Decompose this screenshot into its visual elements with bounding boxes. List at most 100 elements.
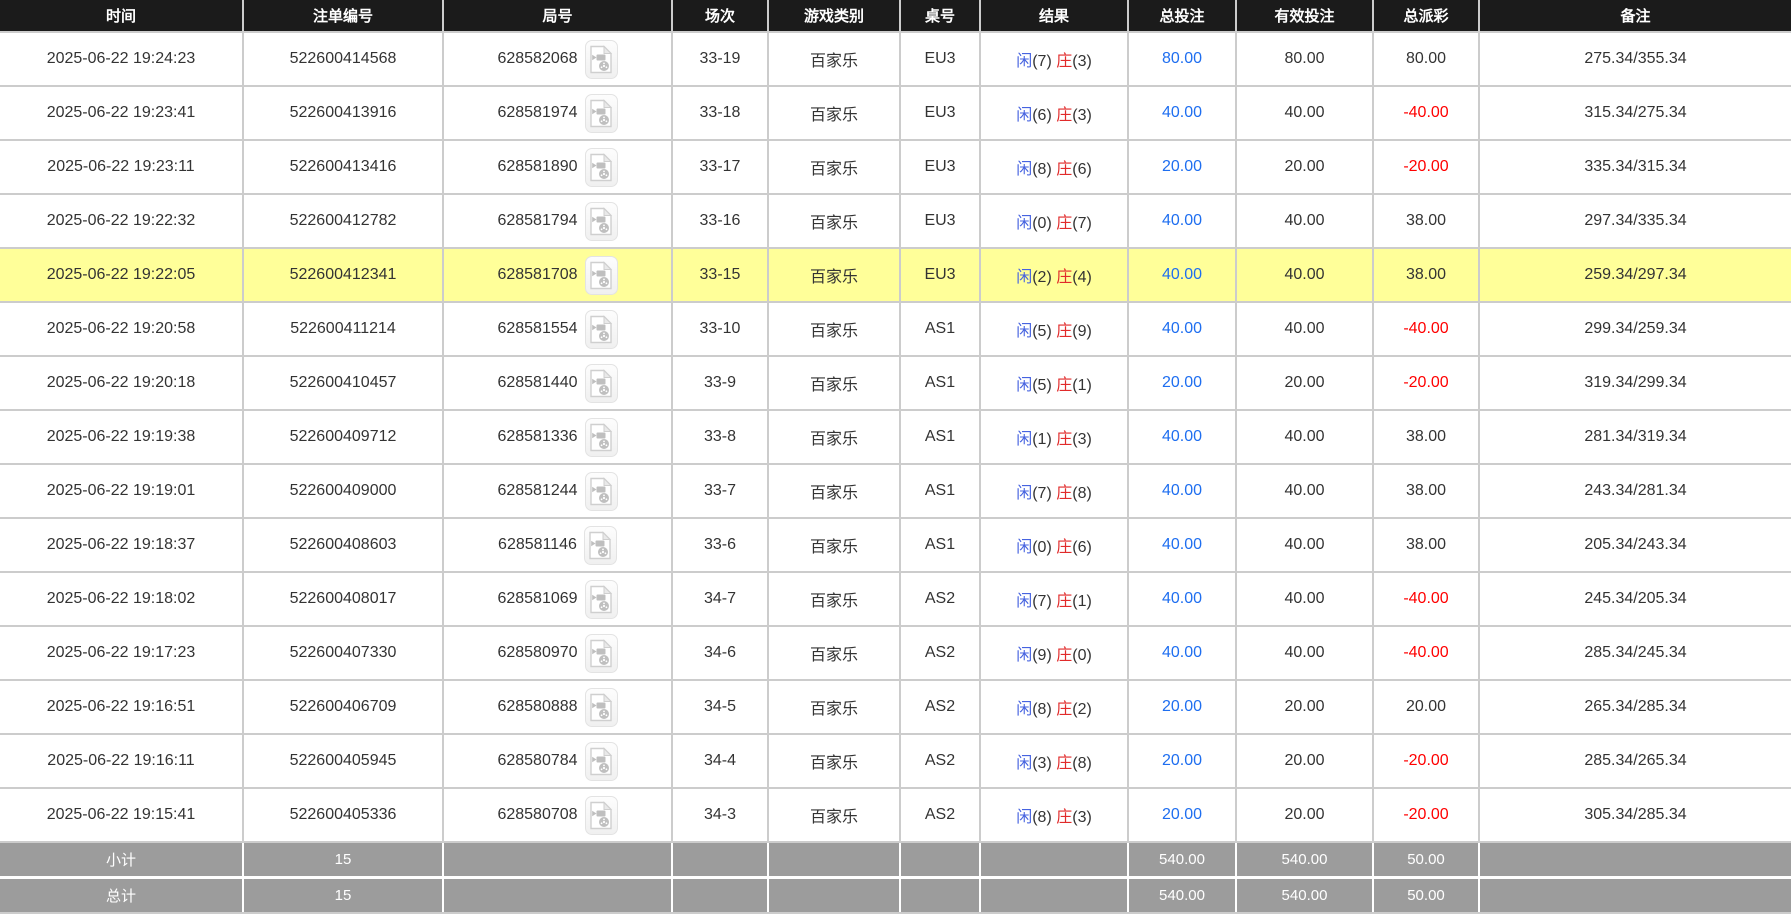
video-replay-button[interactable] <box>584 579 618 619</box>
banker-result-label: 庄 <box>1056 107 1073 124</box>
table-row[interactable]: 2025-06-22 19:16:11 522600405945 628580784… <box>0 734 1791 789</box>
table-header-row: 时间 注单编号 局号 场次 游戏类别 桌号 结果 总投注 有效投注 总派彩 备注 <box>0 0 1791 33</box>
table-row[interactable]: 2025-06-22 19:19:01 522600409000 628581244… <box>0 464 1791 519</box>
table-row[interactable]: 2025-06-22 19:23:41 522600413916 628581974… <box>0 86 1791 141</box>
total-bet-cell: 80.00 <box>1128 32 1237 87</box>
payout-cell: 80.00 <box>1373 32 1480 87</box>
total-bet-link[interactable]: 20.00 <box>1162 806 1202 823</box>
valid-bet-cell: 40.00 <box>1236 86 1374 141</box>
bet-number-cell: 522600413416 <box>243 140 444 195</box>
video-replay-button[interactable] <box>584 741 618 781</box>
banker-result-label: 庄 <box>1056 647 1073 664</box>
payout-cell: -40.00 <box>1373 302 1480 357</box>
payout-cell: -20.00 <box>1373 734 1480 789</box>
summary-payout-cell: 50.00 <box>1373 842 1480 879</box>
video-replay-button[interactable] <box>584 309 618 349</box>
total-bet-link[interactable]: 40.00 <box>1162 482 1202 499</box>
table-row[interactable]: 2025-06-22 19:19:38 522600409712 628581336… <box>0 410 1791 465</box>
time-cell: 2025-06-22 19:18:37 <box>0 518 244 573</box>
remark-cell: 297.34/335.34 <box>1479 194 1791 249</box>
valid-bet-cell: 40.00 <box>1236 248 1374 303</box>
video-replay-button[interactable] <box>584 39 618 79</box>
table-row[interactable]: 2025-06-22 19:17:23 522600407330 628580970… <box>0 626 1791 681</box>
banker-score: (2) <box>1072 701 1092 718</box>
total-bet-link[interactable]: 40.00 <box>1162 428 1202 445</box>
round-number: 628581890 <box>497 158 578 175</box>
bet-number-cell: 522600412782 <box>243 194 444 249</box>
round-number: 628580708 <box>497 806 578 823</box>
round-number-cell: 628580888 <box>443 680 673 735</box>
banker-result-label: 庄 <box>1056 701 1073 718</box>
video-file-icon <box>590 206 613 235</box>
remark-cell: 319.34/299.34 <box>1479 356 1791 411</box>
payout-cell: -40.00 <box>1373 572 1480 627</box>
banker-result-label: 庄 <box>1056 161 1073 178</box>
table-row[interactable]: 2025-06-22 19:24:23 522600414568 628582068… <box>0 32 1791 87</box>
total-bet-link[interactable]: 20.00 <box>1162 374 1202 391</box>
player-result-label: 闲 <box>1016 593 1033 610</box>
total-bet-link[interactable]: 40.00 <box>1162 536 1202 553</box>
table-row[interactable]: 2025-06-22 19:16:51 522600406709 628580888… <box>0 680 1791 735</box>
result-cell: 闲(5) 庄(9) <box>980 302 1129 357</box>
summary-count-cell: 15 <box>243 842 444 879</box>
time-cell: 2025-06-22 19:20:18 <box>0 356 244 411</box>
round-number: 628582068 <box>497 50 578 67</box>
video-replay-button[interactable] <box>584 147 618 187</box>
table-row[interactable]: 2025-06-22 19:18:02 522600408017 628581069… <box>0 572 1791 627</box>
table-row[interactable]: 2025-06-22 19:20:18 522600410457 628581440… <box>0 356 1791 411</box>
video-replay-button[interactable] <box>584 471 618 511</box>
total-bet-link[interactable]: 20.00 <box>1162 752 1202 769</box>
total-bet-cell: 40.00 <box>1128 626 1237 681</box>
player-result-label: 闲 <box>1016 377 1033 394</box>
session-cell: 33-10 <box>672 302 769 357</box>
remark-cell: 205.34/243.34 <box>1479 518 1791 573</box>
total-bet-link[interactable]: 40.00 <box>1162 320 1202 337</box>
total-bet-link[interactable]: 20.00 <box>1162 158 1202 175</box>
banker-result-label: 庄 <box>1056 593 1073 610</box>
table-number-cell: AS1 <box>900 410 981 465</box>
payout-cell: -20.00 <box>1373 356 1480 411</box>
video-file-icon <box>590 746 613 775</box>
total-bet-link[interactable]: 40.00 <box>1162 590 1202 607</box>
video-replay-button[interactable] <box>584 201 618 241</box>
video-replay-button[interactable] <box>583 525 617 565</box>
total-bet-link[interactable]: 20.00 <box>1162 698 1202 715</box>
summary-empty-cell <box>980 877 1129 914</box>
table-row[interactable]: 2025-06-22 19:23:11 522600413416 628581890… <box>0 140 1791 195</box>
table-number-cell: EU3 <box>900 248 981 303</box>
summary-empty-cell <box>900 877 981 914</box>
round-number: 628581069 <box>497 590 578 607</box>
total-bet-link[interactable]: 80.00 <box>1162 50 1202 67</box>
table-row[interactable]: 2025-06-22 19:22:05 522600412341 628581708… <box>0 248 1791 303</box>
banker-score: (0) <box>1072 647 1092 664</box>
table-row[interactable]: 2025-06-22 19:15:41 522600405336 628580708… <box>0 788 1791 843</box>
video-replay-button[interactable] <box>584 687 618 727</box>
table-row[interactable]: 2025-06-22 19:20:58 522600411214 628581554… <box>0 302 1791 357</box>
round-number: 628580888 <box>497 698 578 715</box>
table-number-cell: AS2 <box>900 788 981 843</box>
player-score: (6) <box>1032 107 1057 124</box>
player-result-label: 闲 <box>1016 269 1033 286</box>
session-cell: 33-18 <box>672 86 769 141</box>
round-number-cell: 628580708 <box>443 788 673 843</box>
table-number-cell: EU3 <box>900 32 981 87</box>
video-replay-button[interactable] <box>584 93 618 133</box>
total-bet-link[interactable]: 40.00 <box>1162 266 1202 283</box>
valid-bet-cell: 40.00 <box>1236 302 1374 357</box>
video-replay-button[interactable] <box>584 795 618 835</box>
payout-cell: 38.00 <box>1373 248 1480 303</box>
bet-number-cell: 522600407330 <box>243 626 444 681</box>
total-bet-link[interactable]: 40.00 <box>1162 212 1202 229</box>
table-row[interactable]: 2025-06-22 19:18:37 522600408603 628581146… <box>0 518 1791 573</box>
video-replay-button[interactable] <box>584 363 618 403</box>
banker-result-label: 庄 <box>1056 269 1073 286</box>
table-number-cell: AS2 <box>900 734 981 789</box>
result-cell: 闲(3) 庄(8) <box>980 734 1129 789</box>
table-row[interactable]: 2025-06-22 19:22:32 522600412782 628581794… <box>0 194 1791 249</box>
total-bet-link[interactable]: 40.00 <box>1162 104 1202 121</box>
bet-number-cell: 522600408603 <box>243 518 444 573</box>
video-replay-button[interactable] <box>584 255 618 295</box>
total-bet-link[interactable]: 40.00 <box>1162 644 1202 661</box>
video-replay-button[interactable] <box>584 633 618 673</box>
video-replay-button[interactable] <box>584 417 618 457</box>
